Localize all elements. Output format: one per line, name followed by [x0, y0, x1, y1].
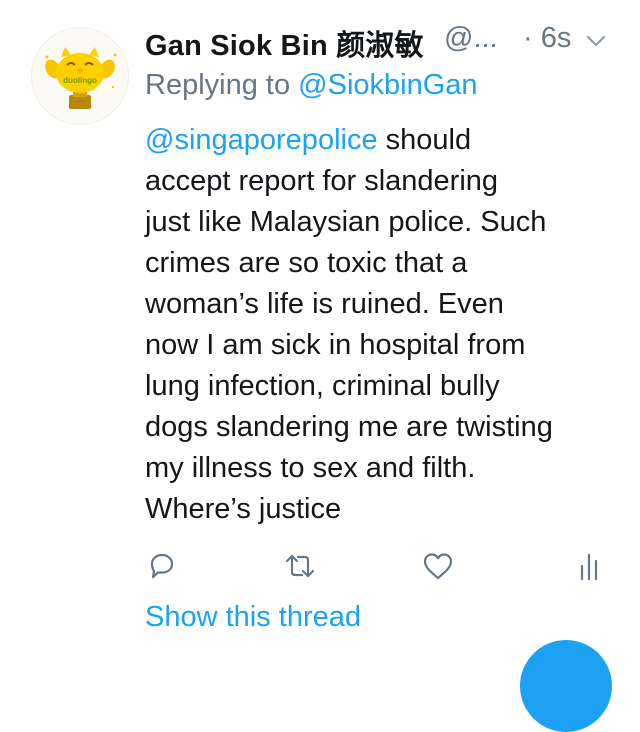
tweet-text-line: now I am sick in hospital from: [145, 329, 526, 361]
chevron-down-icon[interactable]: [585, 30, 607, 52]
tweet-text-line: lung infection, criminal bully: [145, 370, 500, 402]
author-handle[interactable]: @...: [444, 22, 498, 55]
reply-button[interactable]: [145, 549, 179, 583]
avatar-logo-text: duolingo: [63, 76, 97, 85]
like-button[interactable]: [421, 549, 455, 583]
tweet-text-line: woman’s life is ruined. Even: [145, 288, 504, 320]
author-name[interactable]: Gan Siok Bin 颜淑敏: [145, 22, 424, 64]
tweet-text-line: my illness to sex and filth.: [145, 452, 476, 484]
mention-link[interactable]: @singaporepolice: [145, 124, 378, 156]
tweet-text-line: dogs slandering me are twisting: [145, 411, 553, 443]
reply-prefix: Replying to: [145, 69, 291, 101]
tweet-text-line: just like Malaysian police. Such: [145, 206, 547, 238]
tweet-text-line: @singaporepolice should: [145, 120, 615, 161]
reply-icon: [150, 553, 174, 579]
tweet-header: Gan Siok Bin 颜淑敏 @... · 6s: [145, 22, 625, 62]
tweet: duolingo Gan Siok Bin 颜淑敏 @... · 6s Repl…: [0, 0, 640, 732]
retweet-icon: [285, 554, 315, 578]
avatar[interactable]: duolingo: [31, 27, 129, 125]
tweet-text-line: Where’s justice: [145, 493, 342, 525]
duolingo-owl-icon: duolingo: [45, 47, 117, 109]
analytics-icon: [580, 553, 598, 581]
tweet-text-fragment: should: [377, 124, 472, 156]
compose-tweet-button[interactable]: [520, 640, 612, 732]
replying-to: Replying to @SiokbinGan: [145, 69, 478, 102]
retweet-button[interactable]: [283, 549, 317, 583]
tweet-text: @singaporepolice should accept report fo…: [145, 120, 615, 530]
analytics-button[interactable]: [572, 549, 606, 583]
show-thread-link[interactable]: Show this thread: [145, 601, 361, 634]
heart-icon: [423, 553, 453, 580]
tweet-text-line: accept report for slandering: [145, 165, 499, 197]
tweet-text-line: crimes are so toxic that a: [145, 247, 468, 279]
reply-to-link[interactable]: @SiokbinGan: [298, 69, 477, 101]
timestamp[interactable]: · 6s: [523, 22, 571, 55]
